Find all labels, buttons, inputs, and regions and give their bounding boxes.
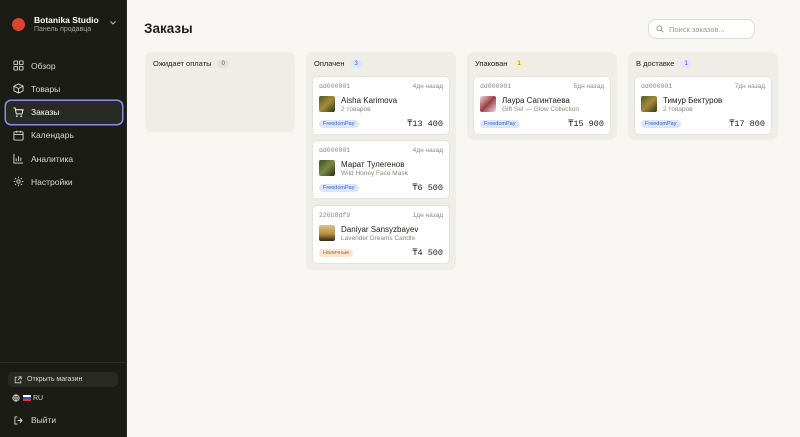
order-time: 7дн назад bbox=[734, 83, 765, 90]
order-items: Lavender Dreams Candle bbox=[341, 235, 416, 242]
search-box[interactable] bbox=[648, 19, 755, 39]
store-subtitle: Панель продавца bbox=[34, 25, 92, 33]
column-count-badge: 1 bbox=[513, 59, 525, 68]
sidebar-item-label: Обзор bbox=[31, 60, 56, 71]
page-title: Заказы bbox=[144, 21, 193, 36]
column-title: Оплачен bbox=[314, 59, 345, 68]
logout-icon bbox=[14, 415, 23, 425]
sidebar-item-calendar[interactable]: Календарь bbox=[6, 124, 122, 147]
kanban-column-packed: Упакован 1 dd000001 5дн назад Лаура Саги… bbox=[467, 52, 617, 140]
sidebar-item-settings[interactable]: Настройки bbox=[6, 170, 122, 193]
sidebar-nav: Обзор Товары Заказы Календарь Аналитика … bbox=[6, 54, 122, 194]
column-count-badge: 1 bbox=[680, 59, 692, 68]
order-card[interactable]: 226b8df9 1дн назад Daniyar Sansyzbayev L… bbox=[312, 205, 450, 264]
column-header: Ожидает оплаты 0 bbox=[145, 52, 295, 75]
order-items: Gift Set — Glow Collection bbox=[502, 106, 579, 113]
order-time: 5дн назад bbox=[573, 83, 604, 90]
payment-badge: FreedomPay bbox=[319, 120, 359, 128]
sidebar-item-label: Товары bbox=[31, 83, 61, 94]
flag-icon bbox=[23, 395, 31, 401]
box-icon bbox=[13, 83, 24, 94]
payment-badge: FreedomPay bbox=[641, 120, 681, 128]
column-title: В доставке bbox=[636, 59, 675, 68]
sidebar: Botanika Studio Панель продавца Обзор То… bbox=[0, 0, 127, 437]
product-thumbnail bbox=[319, 225, 335, 241]
calendar-icon bbox=[13, 130, 24, 141]
customer-name: Марат Тулегенов bbox=[341, 160, 405, 169]
order-card[interactable]: dd000001 4дн назад Марат Тулегенов Wild … bbox=[312, 140, 450, 199]
logout-label: Выйти bbox=[31, 415, 57, 425]
logout-button[interactable]: Выйти bbox=[14, 415, 56, 425]
order-time: 1дн назад bbox=[412, 212, 443, 219]
globe-icon bbox=[12, 394, 20, 402]
column-count-badge: 3 bbox=[350, 59, 362, 68]
order-card[interactable]: dd000001 5дн назад Лаура Сагинтаева Gift… bbox=[473, 76, 611, 135]
order-id: dd000001 bbox=[319, 147, 351, 154]
payment-badge: FreedomPay bbox=[319, 184, 359, 192]
customer-name: Лаура Сагинтаева bbox=[502, 96, 570, 105]
order-id: 226b8df9 bbox=[319, 212, 351, 219]
sidebar-item-overview[interactable]: Обзор bbox=[6, 54, 122, 77]
order-amount: ₸6 500 bbox=[412, 183, 443, 193]
column-title: Упакован bbox=[475, 59, 508, 68]
customer-name: Тимур Бектуров bbox=[663, 96, 723, 105]
order-amount: ₸15 900 bbox=[568, 119, 604, 129]
product-thumbnail bbox=[319, 96, 335, 112]
open-store-button[interactable]: Открыть магазин bbox=[8, 372, 118, 387]
gear-icon bbox=[13, 177, 24, 187]
order-time: 4дн назад bbox=[412, 83, 443, 90]
column-count-badge: 0 bbox=[217, 59, 229, 68]
brand-logo bbox=[12, 17, 25, 31]
sidebar-item-label: Заказы bbox=[31, 107, 60, 118]
product-thumbnail bbox=[480, 96, 496, 112]
payment-badge: FreedomPay bbox=[480, 120, 520, 128]
kanban-column-awaiting-payment: Ожидает оплаты 0 bbox=[145, 52, 295, 132]
search-icon bbox=[656, 25, 664, 33]
kanban-column-in-delivery: В доставке 1 dd000001 7дн назад Тимур Бе… bbox=[628, 52, 778, 140]
order-time: 4дн назад bbox=[412, 147, 443, 154]
chart-icon bbox=[13, 154, 24, 164]
payment-badge: Наличные bbox=[319, 249, 354, 257]
order-id: dd000001 bbox=[319, 83, 351, 90]
order-id: dd000001 bbox=[480, 83, 512, 90]
order-items: Wild Honey Face Mask bbox=[341, 170, 408, 177]
order-id: dd000001 bbox=[641, 83, 673, 90]
sidebar-item-products[interactable]: Товары bbox=[6, 77, 122, 100]
language-label: RU bbox=[33, 394, 44, 402]
store-name: Botanika Studio bbox=[34, 14, 99, 25]
order-amount: ₸13 400 bbox=[407, 119, 443, 129]
grid-icon bbox=[13, 60, 24, 71]
product-thumbnail bbox=[641, 96, 657, 112]
order-amount: ₸17 800 bbox=[729, 119, 765, 129]
order-card[interactable]: dd000001 4дн назад Aisha Karimova 2 това… bbox=[312, 76, 450, 135]
column-header: Упакован 1 bbox=[467, 52, 617, 75]
column-header: В доставке 1 bbox=[628, 52, 778, 75]
external-link-icon bbox=[14, 375, 22, 383]
sidebar-item-label: Аналитика bbox=[31, 153, 74, 164]
order-items: 2 товаров bbox=[341, 106, 371, 113]
product-thumbnail bbox=[319, 160, 335, 176]
sidebar-footer: Открыть магазин RU Выйти bbox=[0, 362, 127, 425]
sidebar-item-analytics[interactable]: Аналитика bbox=[6, 147, 122, 170]
cart-icon bbox=[13, 107, 24, 117]
open-store-label: Открыть магазин bbox=[27, 376, 83, 383]
search-input[interactable] bbox=[669, 24, 749, 34]
language-switcher[interactable]: RU bbox=[12, 394, 43, 402]
customer-name: Daniyar Sansyzbayev bbox=[341, 225, 419, 234]
order-items: 2 товаров bbox=[663, 106, 693, 113]
column-header: Оплачен 3 bbox=[306, 52, 456, 75]
sidebar-item-orders[interactable]: Заказы bbox=[6, 100, 122, 124]
order-amount: ₸4 500 bbox=[412, 248, 443, 258]
order-card[interactable]: dd000001 7дн назад Тимур Бектуров 2 това… bbox=[634, 76, 772, 135]
store-switcher[interactable]: Botanika Studio Панель продавца bbox=[12, 13, 118, 35]
column-title: Ожидает оплаты bbox=[153, 59, 212, 68]
chevron-down-icon bbox=[110, 21, 116, 25]
sidebar-item-label: Настройки bbox=[31, 176, 73, 187]
kanban-column-paid: Оплачен 3 dd000001 4дн назад Aisha Karim… bbox=[306, 52, 456, 270]
sidebar-item-label: Календарь bbox=[31, 130, 74, 141]
customer-name: Aisha Karimova bbox=[341, 96, 398, 105]
